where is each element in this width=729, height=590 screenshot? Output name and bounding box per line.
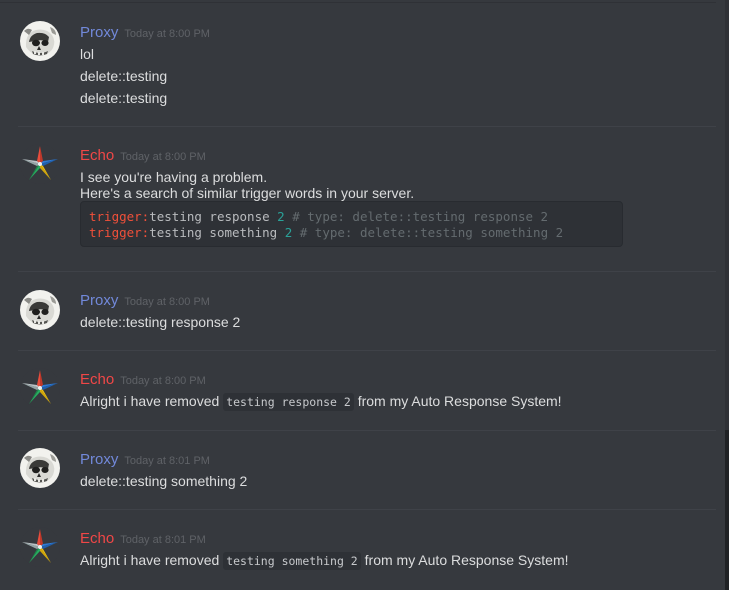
avatar[interactable] [20, 527, 60, 567]
inline-code: testing something 2 [223, 552, 361, 570]
timestamp: Today at 8:01 PM [120, 534, 206, 546]
multicolor-star-icon [20, 527, 60, 567]
message-group: Echo Today at 8:01 PM Alright i have remo… [0, 0, 716, 590]
chat-messages[interactable]: Proxy Today at 8:00 PM lol delete::testin… [0, 0, 729, 590]
message-text: Alright i have removed testing something… [80, 551, 569, 570]
message-text-post: from my Auto Response System! [360, 552, 569, 568]
username[interactable]: Echo [80, 530, 114, 547]
scrollbar-thumb[interactable] [725, 430, 729, 590]
message-text-pre: Alright i have removed [80, 552, 224, 568]
message-header: Echo Today at 8:01 PM [80, 530, 206, 548]
